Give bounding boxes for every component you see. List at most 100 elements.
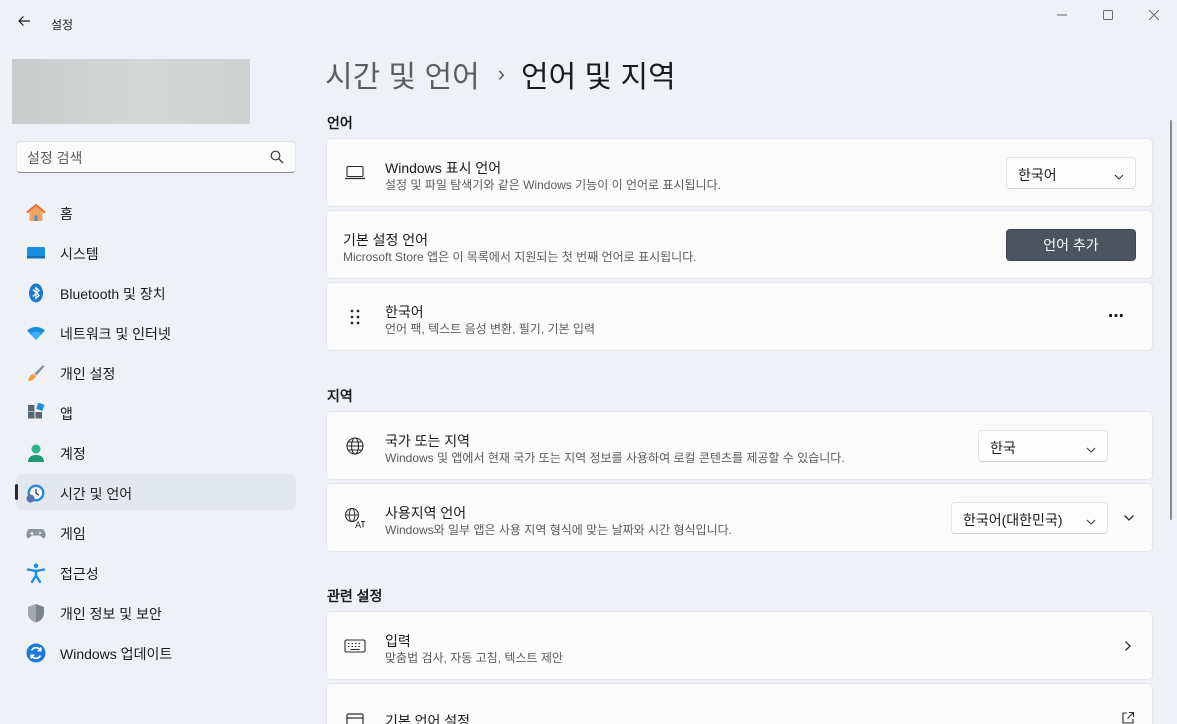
sidebar-item-accessibility[interactable]: 접근성: [16, 554, 296, 590]
windows-update-icon: [25, 642, 47, 664]
chevron-down-icon: [1086, 442, 1096, 453]
section-title-language: 언어: [327, 115, 353, 131]
search-input[interactable]: [27, 148, 267, 168]
sidebar-item-accounts[interactable]: 계정: [16, 434, 296, 470]
more-options-icon[interactable]: ⋯: [1106, 306, 1126, 326]
sidebar-item-label: Windows 업데이트: [60, 646, 173, 662]
title-bar: 설정: [0, 0, 1177, 46]
search-icon[interactable]: [270, 150, 286, 166]
external-link-icon: [1118, 708, 1138, 724]
sidebar-item-system[interactable]: 시스템: [16, 234, 296, 270]
card-title: 국가 또는 지역: [385, 433, 471, 449]
accessibility-icon: [25, 562, 47, 584]
card-description: Windows 및 앱에서 현재 국가 또는 지역 정보를 사용하여 로컬 콘텐…: [385, 451, 845, 465]
card-regional-format[interactable]: A 사용지역 언어 Windows와 일부 앱은 사용 지역 형식에 맞는 날짜…: [326, 483, 1153, 552]
dropdown-value: 한국어: [1018, 167, 1057, 183]
sidebar-item-gaming[interactable]: 게임: [16, 514, 296, 550]
sidebar-item-label: 네트워크 및 인터넷: [60, 326, 171, 342]
sidebar-item-label: Bluetooth 및 장치: [60, 286, 166, 302]
chevron-right-icon: [1118, 636, 1138, 656]
section-title-related-settings: 관련 설정: [327, 588, 383, 604]
app-title: 설정: [51, 18, 74, 32]
time-language-icon: [25, 482, 47, 504]
sidebar-item-label: 계정: [60, 446, 86, 462]
sidebar-item-bluetooth[interactable]: Bluetooth 및 장치: [16, 274, 296, 310]
card-admin-language-settings[interactable]: 기본 언어 설정: [326, 683, 1153, 724]
sidebar-item-network[interactable]: 네트워크 및 인터넷: [16, 314, 296, 350]
sidebar-item-time-language[interactable]: 시간 및 언어: [15, 474, 296, 510]
chevron-down-icon: [1086, 514, 1096, 525]
close-button[interactable]: [1131, 0, 1177, 32]
card-description: Windows와 일부 앱은 사용 지역 형식에 맞는 날짜와 시간 형식입니다…: [385, 523, 732, 537]
language-format-icon: A: [343, 506, 367, 530]
back-button[interactable]: [8, 8, 40, 38]
back-arrow-icon: [17, 14, 31, 33]
account-avatar-block[interactable]: [12, 59, 250, 124]
sidebar-item-home[interactable]: 홈: [16, 194, 296, 230]
card-title: 기본 언어 설정: [385, 713, 471, 724]
shield-icon: [25, 602, 47, 624]
sidebar-item-privacy[interactable]: 개인 정보 및 보안: [16, 594, 296, 630]
card-windows-display-language: Windows 표시 언어 설정 및 파일 탐색기와 같은 Windows 기능…: [326, 138, 1153, 207]
svg-text:A: A: [355, 521, 362, 529]
sidebar-item-personalization[interactable]: 개인 설정: [16, 354, 296, 390]
admin-language-icon: [343, 708, 367, 724]
card-title: 기본 설정 언어: [343, 232, 429, 248]
card-title: 사용지역 언어: [385, 505, 467, 521]
keyboard-icon: [343, 634, 367, 658]
sidebar-nav: 홈 시스템 Bluetooth 및 장치 네트워크 및 인터넷 개인 설정 앱: [15, 194, 296, 674]
breadcrumb-parent[interactable]: 시간 및 언어: [325, 52, 480, 96]
breadcrumb-separator: ›: [497, 61, 505, 86]
brush-icon: [25, 362, 47, 384]
active-indicator: [15, 484, 18, 500]
drag-handle-icon[interactable]: [343, 305, 367, 329]
scrollbar[interactable]: [1170, 120, 1172, 520]
sidebar-item-apps[interactable]: 앱: [16, 394, 296, 430]
wifi-icon: [25, 322, 47, 344]
globe-icon: [343, 434, 367, 458]
add-language-button[interactable]: 언어 추가: [1006, 229, 1136, 261]
card-typing[interactable]: 입력 맞춤법 검사, 자동 고침, 텍스트 제안: [326, 611, 1153, 680]
apps-icon: [25, 402, 47, 424]
bluetooth-icon: [25, 282, 47, 304]
sidebar-item-label: 홈: [60, 206, 73, 222]
dropdown-value: 한국어(대한민국): [963, 512, 1063, 528]
system-icon: [25, 242, 47, 264]
display-language-dropdown[interactable]: 한국어: [1006, 157, 1136, 189]
maximize-button[interactable]: [1085, 0, 1131, 32]
card-description: 설정 및 파일 탐색기와 같은 Windows 기능이 이 언어로 표시됩니다.: [385, 178, 721, 192]
close-icon: [1148, 7, 1160, 25]
dropdown-value: 한국: [990, 440, 1016, 456]
card-title: 입력: [385, 633, 411, 649]
account-icon: [25, 442, 47, 464]
regional-format-dropdown[interactable]: 한국어(대한민국): [951, 502, 1108, 534]
sidebar-item-windows-update[interactable]: Windows 업데이트: [16, 634, 296, 670]
minimize-icon: [1057, 7, 1067, 25]
sidebar-item-label: 개인 설정: [60, 366, 116, 382]
search-box[interactable]: [16, 141, 296, 173]
card-language-korean[interactable]: 한국어 언어 팩, 텍스트 음성 변환, 필기, 기본 입력 ⋯: [326, 282, 1153, 351]
country-dropdown[interactable]: 한국: [978, 430, 1108, 462]
chevron-down-icon: [1114, 169, 1124, 180]
sidebar-item-label: 접근성: [60, 566, 99, 582]
page-title: 언어 및 지역: [521, 61, 676, 94]
card-title: Windows 표시 언어: [385, 160, 502, 176]
gamepad-icon: [25, 522, 47, 544]
card-description: 언어 팩, 텍스트 음성 변환, 필기, 기본 입력: [385, 322, 595, 336]
expand-chevron-icon[interactable]: [1119, 508, 1139, 528]
card-description: 맞춤법 검사, 자동 고침, 텍스트 제안: [385, 651, 563, 665]
breadcrumb: 시간 및 언어 › 언어 및 지역: [325, 54, 676, 94]
card-description: Microsoft Store 앱은 이 목록에서 지원되는 첫 번째 언어로 …: [343, 250, 697, 264]
card-country-region: 국가 또는 지역 Windows 및 앱에서 현재 국가 또는 지역 정보를 사…: [326, 411, 1153, 480]
minimize-button[interactable]: [1039, 0, 1085, 32]
home-icon: [25, 202, 47, 224]
card-preferred-languages: 기본 설정 언어 Microsoft Store 앱은 이 목록에서 지원되는 …: [326, 210, 1153, 279]
card-title: 한국어: [385, 304, 424, 320]
sidebar-item-label: 시스템: [60, 246, 99, 262]
maximize-icon: [1103, 7, 1113, 25]
sidebar-item-label: 게임: [60, 526, 86, 542]
sidebar-item-label: 앱: [60, 406, 73, 422]
laptop-icon: [343, 161, 367, 185]
sidebar-item-label: 시간 및 언어: [60, 486, 133, 502]
section-title-region: 지역: [327, 388, 353, 404]
